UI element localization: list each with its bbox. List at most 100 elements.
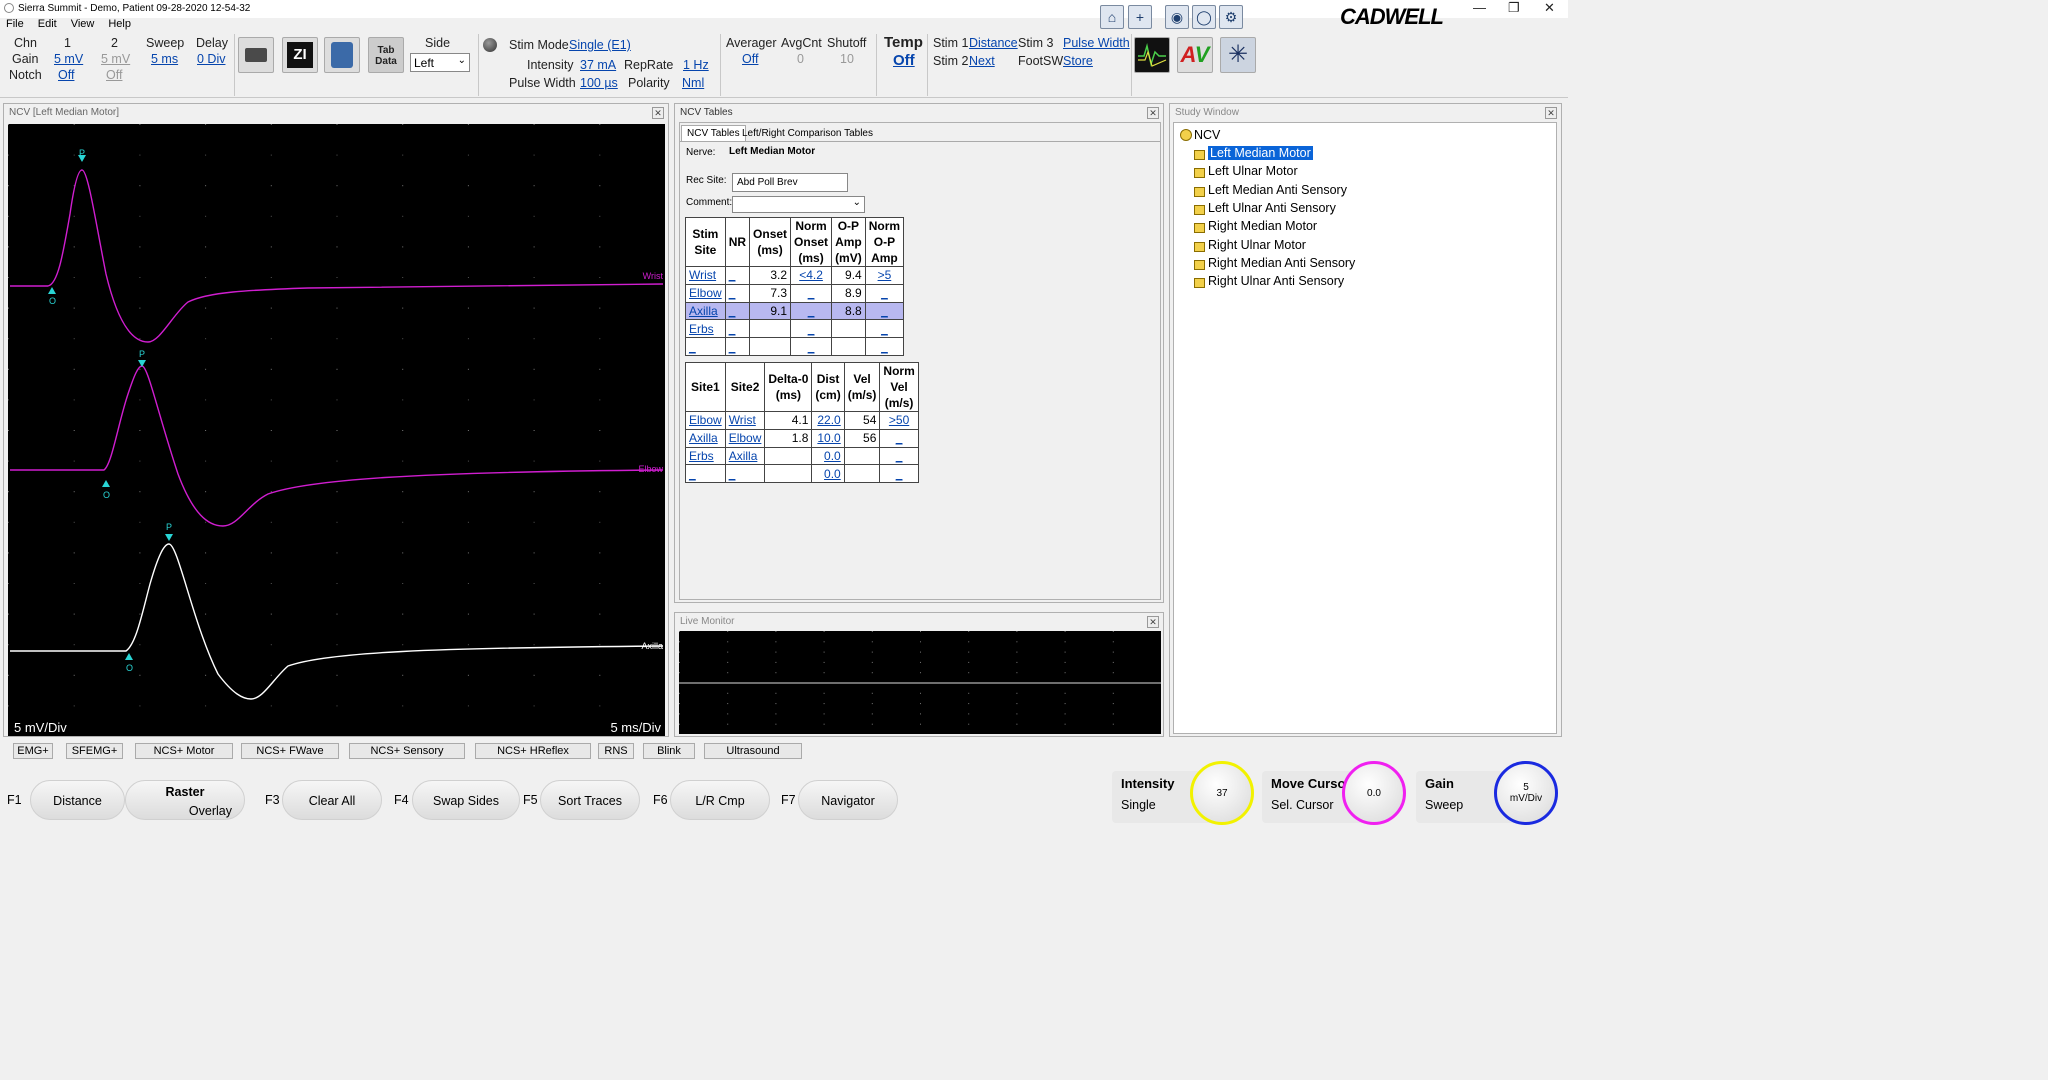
stim-site-table-cell[interactable]: _ bbox=[724, 283, 751, 303]
averager-link[interactable]: Off bbox=[742, 52, 758, 66]
close-study-window-icon[interactable]: ✕ bbox=[1545, 107, 1557, 119]
close-window-button[interactable]: ✕ bbox=[1544, 0, 1555, 16]
velocity-table-row[interactable]: Erbs Axilla 0.0 _ bbox=[685, 446, 919, 466]
tree-item-nerve[interactable]: Left Median Motor bbox=[1207, 145, 1314, 161]
velocity-table-cell[interactable]: 0.0 bbox=[811, 464, 845, 484]
delay-link[interactable]: 0 Div bbox=[197, 52, 225, 66]
velocity-table-cell[interactable]: _ bbox=[724, 464, 766, 484]
rotary-knob[interactable]: 5 mV/Div bbox=[1494, 761, 1558, 825]
fkey-f3[interactable]: F3 Clear All bbox=[265, 780, 382, 820]
home-icon[interactable]: ⌂ bbox=[1100, 5, 1124, 29]
add-patient-icon[interactable]: + bbox=[1128, 5, 1152, 29]
fkey-button[interactable]: Raster Overlay bbox=[125, 780, 245, 820]
stim-site-table-cell[interactable]: _ bbox=[790, 301, 833, 321]
fkey-f1[interactable]: F1 Distance bbox=[7, 780, 125, 820]
stim2-link[interactable]: Next bbox=[969, 54, 995, 68]
tree-item-nerve[interactable]: Left Median Anti Sensory bbox=[1208, 183, 1347, 197]
velocity-table-cell[interactable]: Erbs bbox=[685, 446, 726, 466]
close-waveform-icon[interactable]: ✕ bbox=[652, 107, 664, 119]
stim-site-table-row[interactable]: Elbow _ 7.3 _ 8.9 _ bbox=[685, 283, 905, 303]
gear-icon[interactable]: ⚙ bbox=[1219, 5, 1243, 29]
stim-mode-link[interactable]: Single (E1) bbox=[569, 38, 631, 52]
mode-button[interactable]: RNS bbox=[598, 743, 634, 759]
tab-lr-comparison[interactable]: Left/Right Comparison Tables bbox=[738, 127, 877, 141]
fkey-f5[interactable]: F5 Sort Traces bbox=[523, 780, 640, 820]
stim-site-table-cell[interactable]: _ bbox=[790, 319, 833, 339]
pulse-width-link[interactable]: 100 µs bbox=[580, 76, 618, 90]
menu-help[interactable]: Help bbox=[108, 18, 131, 30]
intensity-link[interactable]: 37 mA bbox=[580, 58, 616, 72]
stim-site-table-cell[interactable]: _ bbox=[790, 337, 833, 356]
velocity-table-cell[interactable]: Elbow bbox=[685, 411, 726, 430]
tree-item-nerve[interactable]: Right Ulnar Motor bbox=[1208, 238, 1306, 252]
rotary-knob[interactable]: 0.0 bbox=[1342, 761, 1406, 825]
tree-root-ncv[interactable]: NCV bbox=[1194, 128, 1220, 142]
tab-ncv-tables[interactable]: NCV Tables bbox=[681, 125, 746, 141]
velocity-table-row[interactable]: _ _ 0.0 _ bbox=[685, 464, 919, 484]
velocity-table-cell[interactable]: Axilla bbox=[724, 446, 766, 466]
stim-site-table-cell[interactable]: _ bbox=[685, 337, 726, 356]
mode-button[interactable]: NCS+ FWave bbox=[241, 743, 339, 759]
velocity-table-cell[interactable]: _ bbox=[879, 464, 919, 484]
fkey-f6[interactable]: F6 L/R Cmp bbox=[653, 780, 770, 820]
waveform-display[interactable]: P O P O P O Wrist Elbow Axilla 5 mV/Div … bbox=[8, 124, 665, 736]
notch-ch1-link[interactable]: Off bbox=[58, 68, 74, 82]
tree-item-nerve[interactable]: Right Median Motor bbox=[1208, 219, 1317, 233]
rec-site-input[interactable]: Abd Poll Brev bbox=[732, 173, 848, 192]
stim-site-table-cell[interactable]: Erbs bbox=[685, 319, 726, 339]
fkey-button[interactable]: Distance bbox=[30, 780, 125, 820]
mode-button[interactable]: NCS+ HReflex bbox=[475, 743, 591, 759]
tree-item-nerve[interactable]: Right Ulnar Anti Sensory bbox=[1208, 274, 1344, 288]
reprate-link[interactable]: 1 Hz bbox=[683, 58, 709, 72]
sweep-link[interactable]: 5 ms bbox=[151, 52, 178, 66]
tab-data-button[interactable]: Tab Data bbox=[368, 37, 404, 73]
restore-button[interactable]: ❐ bbox=[1508, 0, 1520, 16]
polarity-link[interactable]: Nml bbox=[682, 76, 704, 90]
menu-edit[interactable]: Edit bbox=[38, 18, 57, 30]
tree-item-nerve[interactable]: Left Ulnar Anti Sensory bbox=[1208, 201, 1336, 215]
stim-site-table-row[interactable]: Wrist _ 3.2 <4.2 9.4 >5 bbox=[685, 266, 905, 285]
stim-site-table-cell[interactable]: _ bbox=[724, 266, 751, 285]
fkey-f4[interactable]: F4 Swap Sides bbox=[394, 780, 520, 820]
fkey-f2[interactable]: F2RasterOverlay bbox=[125, 780, 247, 820]
close-live-monitor-icon[interactable]: ✕ bbox=[1147, 616, 1159, 628]
mode-button[interactable]: Blink bbox=[643, 743, 695, 759]
velocity-table-cell[interactable]: _ bbox=[879, 428, 919, 448]
tree-item-nerve[interactable]: Right Median Anti Sensory bbox=[1208, 256, 1355, 270]
stim-site-table-cell[interactable]: _ bbox=[724, 301, 751, 321]
stim-site-table-cell[interactable]: _ bbox=[790, 283, 833, 303]
notch-ch2-link[interactable]: Off bbox=[106, 68, 122, 82]
gain-ch1-link[interactable]: 5 mV bbox=[54, 52, 83, 66]
fkey-button[interactable]: L/R Cmp bbox=[670, 780, 770, 820]
stim-site-table-row[interactable]: Erbs _ _ _ bbox=[685, 319, 905, 339]
velocity-table-cell[interactable]: _ bbox=[879, 446, 919, 466]
fkey-button[interactable]: Swap Sides bbox=[412, 780, 520, 820]
stim-site-table-cell[interactable]: Elbow bbox=[685, 283, 726, 303]
temp-link[interactable]: Off bbox=[893, 52, 915, 69]
camera-icon[interactable]: ◉ bbox=[1165, 5, 1189, 29]
stim-site-table-cell[interactable]: _ bbox=[724, 319, 751, 339]
fkey-button[interactable]: Clear All bbox=[282, 780, 382, 820]
patient-icon[interactable] bbox=[324, 37, 360, 73]
mode-button[interactable]: SFEMG+ bbox=[66, 743, 123, 759]
fkey-button[interactable]: Navigator bbox=[798, 780, 898, 820]
mode-button[interactable]: Ultrasound bbox=[704, 743, 802, 759]
comment-select[interactable]: ⌄ bbox=[732, 196, 865, 213]
stim-site-table-cell[interactable]: Wrist bbox=[685, 266, 726, 285]
velocity-table-cell[interactable]: 10.0 bbox=[811, 428, 845, 448]
stim-site-table-row[interactable]: _ _ _ _ bbox=[685, 337, 905, 356]
fkey-f7[interactable]: F7 Navigator bbox=[781, 780, 898, 820]
stim-site-table-cell[interactable]: Axilla bbox=[685, 301, 726, 321]
waveform-view-icon[interactable] bbox=[1134, 37, 1170, 73]
velocity-table-cell[interactable]: Elbow bbox=[724, 428, 766, 448]
side-select[interactable]: Left ⌄ bbox=[410, 53, 470, 72]
mode-button[interactable]: EMG+ bbox=[13, 743, 53, 759]
velocity-table-cell[interactable]: 22.0 bbox=[811, 411, 845, 430]
velocity-table-cell[interactable]: >50 bbox=[879, 411, 919, 430]
impedance-icon[interactable]: ZI bbox=[282, 37, 318, 73]
globe-icon[interactable]: ◯ bbox=[1192, 5, 1216, 29]
mode-button[interactable]: NCS+ Sensory bbox=[349, 743, 465, 759]
velocity-table-cell[interactable]: Axilla bbox=[685, 428, 726, 448]
mode-button[interactable]: NCS+ Motor bbox=[135, 743, 233, 759]
stim-site-table-cell[interactable]: >5 bbox=[864, 266, 905, 285]
